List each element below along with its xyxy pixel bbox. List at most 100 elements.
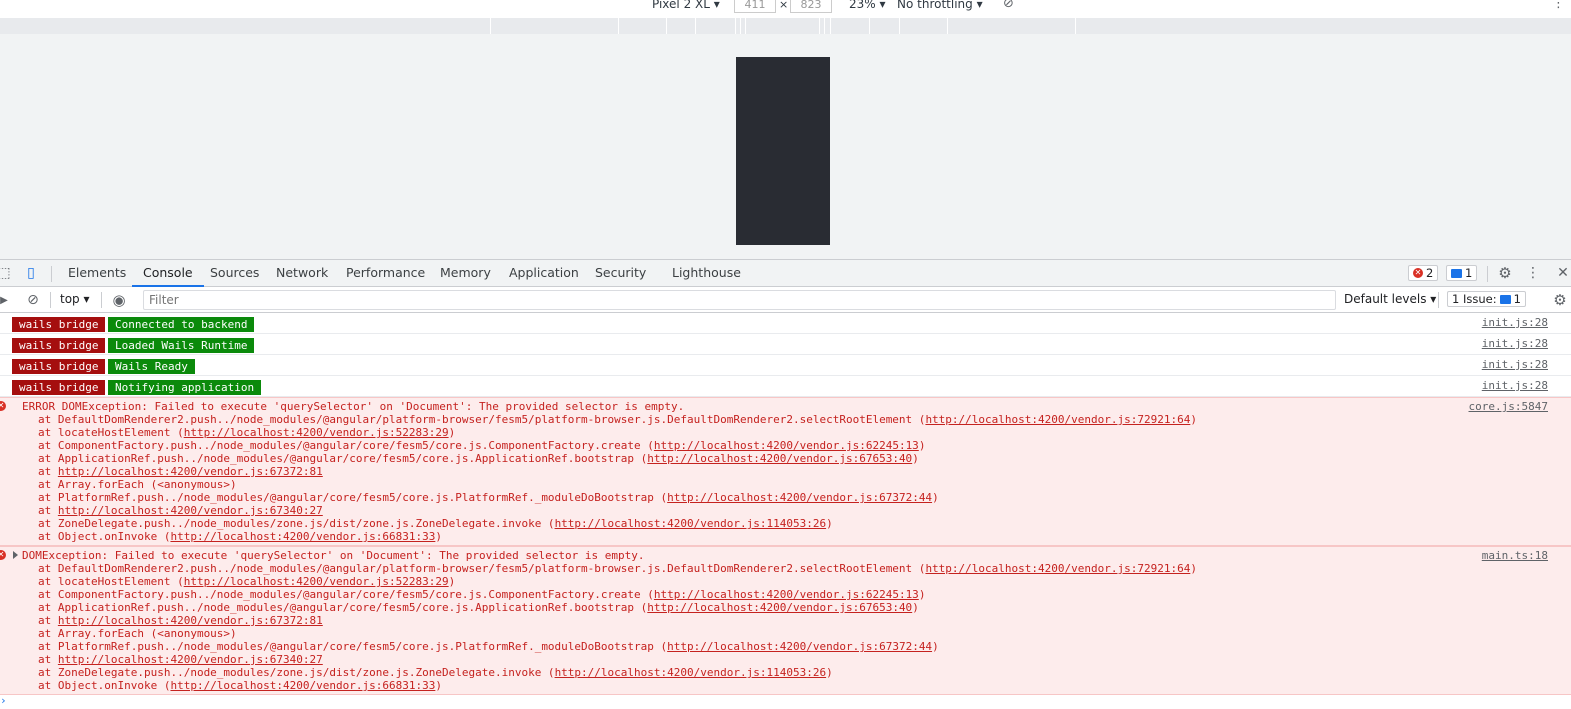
stack-frame-link[interactable]: http://localhost:4200/vendor.js:67372:81 [58,465,323,478]
stack-frame-link[interactable]: http://localhost:4200/vendor.js:67372:44 [667,491,932,504]
stack-frame: at locateHostElement (http://localhost:4… [22,575,1571,588]
stack-frame-function: at DefaultDomRenderer2.push../node_modul… [38,562,926,575]
log-text: Loaded Wails Runtime [108,338,255,353]
error-count-badge[interactable]: ✕ 2 [1408,265,1439,281]
issues-button[interactable]: 1 Issue: 1 [1447,291,1526,307]
stack-frame: at http://localhost:4200/vendor.js:67340… [22,653,1571,666]
stack-frame-function: at ZoneDelegate.push../node_modules/zone… [38,517,555,530]
tab-memory[interactable]: Memory [440,260,491,287]
stack-frame: at locateHostElement (http://localhost:4… [22,426,1571,439]
dimension-separator: × [779,0,789,11]
device-height-input[interactable]: 823 [790,0,832,13]
throttle-select[interactable]: No throttling ▾ [897,0,983,11]
log-row: wails bridge Wails Ready init.js:28 [0,355,1571,376]
tab-security[interactable]: Security [595,260,646,287]
stack-frame: at PlatformRef.push../node_modules/@angu… [22,640,1571,653]
rotate-icon[interactable]: ⊘ [1003,0,1014,11]
stack-frame: at http://localhost:4200/vendor.js:67372… [22,614,1571,627]
stack-frame-tail: ) [918,439,926,452]
tab-network[interactable]: Network [276,260,328,287]
stack-frame-tail: ) [826,517,833,530]
tab-elements[interactable]: Elements [68,260,126,287]
log-source-link[interactable]: init.js:28 [1482,358,1548,371]
stack-frame-tail: ) [1190,562,1197,575]
filter-input[interactable] [143,290,1336,310]
log-text: Connected to backend [108,317,255,332]
customize-menu-icon[interactable]: ⋮ [1524,264,1542,282]
stack-frame-function: at PlatformRef.push../node_modules/@angu… [38,640,668,653]
stack-frame-tail: ) [912,601,919,614]
stack-frame-function: at [38,653,58,666]
stack-frame-link[interactable]: http://localhost:4200/vendor.js:72921:64 [925,562,1190,575]
tab-application[interactable]: Application [509,260,579,287]
log-row: wails bridge Connected to backend init.j… [0,313,1571,334]
stack-frame-link[interactable]: http://localhost:4200/vendor.js:66831:33 [170,530,435,543]
stack-frame-link[interactable]: http://localhost:4200/vendor.js:52283:29 [184,426,449,439]
inspect-element-icon[interactable]: ⬚ [0,264,12,282]
stack-frame-function: at Array.forEach (<anonymous>) [38,478,237,491]
close-devtools-icon[interactable]: ✕ [1554,264,1571,282]
stack-frame-link[interactable]: http://localhost:4200/vendor.js:67372:44 [667,640,932,653]
stack-frame-function: at ApplicationRef.push../node_modules/@a… [38,601,648,614]
tab-sources[interactable]: Sources [210,260,259,287]
message-icon [1451,268,1462,278]
clear-console-icon[interactable]: ⊘ [24,291,42,309]
stack-frame: at Object.onInvoke (http://localhost:420… [22,530,1571,543]
stack-frame: at Array.forEach (<anonymous>) [22,627,1571,640]
stack-frame-link[interactable]: http://localhost:4200/vendor.js:62245:13 [654,588,919,601]
stack-frame-link[interactable]: http://localhost:4200/vendor.js:67653:40 [647,601,912,614]
log-levels-select[interactable]: Default levels ▾ [1344,292,1436,306]
tab-lighthouse[interactable]: Lighthouse [672,260,741,287]
log-tag: wails bridge [12,338,106,353]
console-toolbar: ▶ ⊘ top ▾ ◉ Default levels ▾ 1 Issue:1 ⚙ [0,287,1571,313]
stack-frame-link[interactable]: http://localhost:4200/vendor.js:62245:13 [654,439,919,452]
stack-frame-link[interactable]: http://localhost:4200/vendor.js:67340:27 [58,653,323,666]
console-settings-gear-icon[interactable]: ⚙ [1551,291,1569,309]
stack-frame-link[interactable]: http://localhost:4200/vendor.js:66831:33 [170,679,435,692]
stack-frame-link[interactable]: http://localhost:4200/vendor.js:52283:29 [184,575,449,588]
stack-frame-link[interactable]: http://localhost:4200/vendor.js:67372:81 [58,614,323,627]
stack-frame: at ApplicationRef.push../node_modules/@a… [22,601,1571,614]
live-expression-eye-icon[interactable]: ◉ [110,291,128,309]
error-icon: ✕ [0,550,6,560]
log-source-link[interactable]: init.js:28 [1482,379,1548,392]
stack-frame-tail: ) [826,666,833,679]
settings-gear-icon[interactable]: ⚙ [1496,264,1514,282]
error-message-block: ✕ ERROR DOMException: Failed to execute … [0,397,1571,546]
device-width-input[interactable]: 411 [734,0,776,13]
error-text: DOMException: Failed to execute 'querySe… [22,549,645,562]
device-screen[interactable] [736,57,830,245]
log-tag: wails bridge [12,359,106,374]
sidebar-toggle-icon[interactable]: ▶ [0,291,11,309]
context-select[interactable]: top ▾ [60,292,90,306]
stack-frame-link[interactable]: http://localhost:4200/vendor.js:67340:27 [58,504,323,517]
error-source-link[interactable]: main.ts:18 [1482,549,1548,562]
device-toggle-icon[interactable]: ▯ [22,264,40,282]
tab-performance[interactable]: Performance [346,260,425,287]
stack-frame-link[interactable]: http://localhost:4200/vendor.js:114053:2… [555,666,827,679]
log-source-link[interactable]: init.js:28 [1482,316,1548,329]
stack-frame-function: at [38,465,58,478]
device-select[interactable]: Pixel 2 XL ▾ [652,0,720,11]
expand-triangle-icon[interactable] [13,551,18,559]
device-viewport-area [0,34,1571,259]
stack-frame-function: at PlatformRef.push../node_modules/@angu… [38,491,668,504]
message-count-badge[interactable]: 1 [1446,265,1478,281]
prompt-chevron-icon: › [0,694,7,707]
console-output: wails bridge Connected to backend init.j… [0,313,1571,709]
console-prompt[interactable]: › [0,694,1571,709]
error-source-link[interactable]: core.js:5847 [1469,400,1548,413]
more-options-icon[interactable]: ⋮ [1552,0,1565,11]
zoom-select[interactable]: 23% ▾ [849,0,886,11]
stack-frame: at ComponentFactory.push../node_modules/… [22,588,1571,601]
stack-frame-link[interactable]: http://localhost:4200/vendor.js:114053:2… [555,517,827,530]
stack-frame-function: at DefaultDomRenderer2.push../node_modul… [38,413,926,426]
stack-frame-link[interactable]: http://localhost:4200/vendor.js:67653:40 [647,452,912,465]
error-icon: ✕ [0,401,6,411]
tab-console[interactable]: Console [132,260,204,287]
stack-frame-link[interactable]: http://localhost:4200/vendor.js:72921:64 [925,413,1190,426]
log-source-link[interactable]: init.js:28 [1482,337,1548,350]
log-text: Wails Ready [108,359,195,374]
error-message-block: ✕ DOMException: Failed to execute 'query… [0,546,1571,695]
stack-frame: at DefaultDomRenderer2.push../node_modul… [22,413,1571,426]
